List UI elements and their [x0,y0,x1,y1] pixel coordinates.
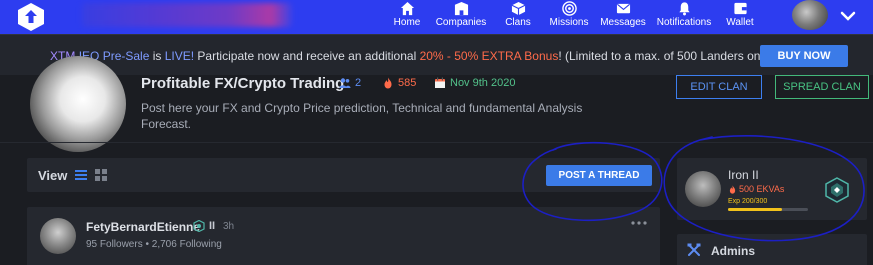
followers-count: 95 Followers [86,239,143,250]
blurred-search-area [82,3,292,27]
logo-icon [18,3,44,31]
nav-label-clans: Clans [505,17,531,28]
chevron-down-icon[interactable] [838,6,858,26]
rank-name: Iron II [728,168,759,182]
nav-item-notifications[interactable]: Notifications [652,0,716,34]
users-icon [339,78,351,88]
exp-progress-fill [728,208,782,211]
ekva-balance: 500 EKVAs [728,184,784,194]
spread-clan-button[interactable]: SPREAD CLAN [775,75,869,99]
buy-now-button[interactable]: BUY NOW [760,45,848,67]
clan-date-stat: Nov 9th 2020 [434,77,515,89]
banner-is: is [149,49,165,63]
more-options-icon[interactable] [630,220,648,226]
nav-item-missions[interactable]: Missions [544,0,594,34]
ieo-banner: XTM IEO Pre-Sale is LIVE! Participate no… [0,34,873,75]
view-label: View [38,168,68,183]
nav-item-messages[interactable]: Messages [594,0,652,34]
clans-icon [511,1,525,16]
admins-card: Admins [677,234,867,265]
follow-separator: • [145,239,149,250]
edit-clan-button[interactable]: EDIT CLAN [676,75,762,99]
exp-label: Exp 200/300 [728,198,768,205]
thread-author-avatar[interactable] [40,218,76,254]
companies-icon [454,1,468,16]
profile-avatar[interactable] [685,171,721,207]
notifications-icon [678,2,690,16]
nav-label-messages: Messages [600,17,646,28]
following-count: 2,706 Following [151,239,222,250]
fire-icon [729,184,736,194]
clan-points-value: 585 [398,77,417,89]
nav-label-companies: Companies [435,17,487,28]
home-icon [400,1,414,16]
rank-emblem-icon [825,177,849,203]
clan-created-date: Nov 9th 2020 [450,77,516,89]
thread-author-follow: 95 Followers • 2,706 Following [86,239,222,250]
top-navbar: Home Companies Clans Missions Messages N… [0,0,873,34]
thread-author-name[interactable]: FetyBernardEtienne [86,220,200,234]
banner-tail: ! (Limited to a max. of 500 Landers only… [558,49,774,63]
crossed-tools-icon [687,243,701,256]
banner-message: XTM IEO Pre-Sale is LIVE! Participate no… [50,49,773,63]
nav-label-notifications: Notifications [656,17,712,28]
exp-progress-bar [728,208,808,211]
list-view-icon[interactable] [75,169,87,181]
thread-timestamp: 3h [223,221,235,232]
admins-label: Admins [711,244,756,258]
wallet-icon [733,2,747,15]
nav-item-companies[interactable]: Companies [430,0,492,34]
banner-bonus: 20% - 50% EXTRA Bonus [419,49,559,63]
clan-members-stat: 2 [339,77,361,89]
rank-badge-icon [193,220,205,232]
thread-card[interactable]: FetyBernardEtienne II 3h 95 Followers • … [27,207,660,265]
nav-label-missions: Missions [549,17,589,28]
post-thread-button[interactable]: POST A THREAD [546,165,652,186]
user-rank-card: Iron II 500 EKVAs Exp 200/300 [677,158,867,220]
user-avatar[interactable] [792,0,828,30]
nav-item-clans[interactable]: Clans [492,0,544,34]
missions-icon [561,1,577,16]
banner-mid: Participate now and receive an additiona… [194,49,420,63]
messages-icon [616,3,630,14]
ekva-value: 500 EKVAs [739,184,785,194]
clan-points-stat: 585 [382,77,416,89]
clan-name: Profitable FX/Crypto Trading [141,75,345,92]
view-toolbar: View POST A THREAD [27,158,660,192]
fire-icon [384,77,392,89]
clan-description: Post here your FX and Crypto Price predi… [141,101,583,131]
nav-label-home: Home [393,17,421,28]
nav-item-home[interactable]: Home [384,0,430,34]
site-logo[interactable] [2,0,60,34]
clan-members-count: 2 [355,77,362,89]
grid-view-icon[interactable] [95,169,107,181]
nav-label-wallet: Wallet [726,17,754,28]
calendar-icon [435,77,445,88]
banner-live: LIVE! [164,49,195,63]
clan-avatar [30,56,126,152]
main-nav: Home Companies Clans Missions Messages N… [384,0,764,34]
thread-author-rank: II [209,220,216,232]
section-divider [0,142,873,143]
nav-item-wallet[interactable]: Wallet [716,0,764,34]
